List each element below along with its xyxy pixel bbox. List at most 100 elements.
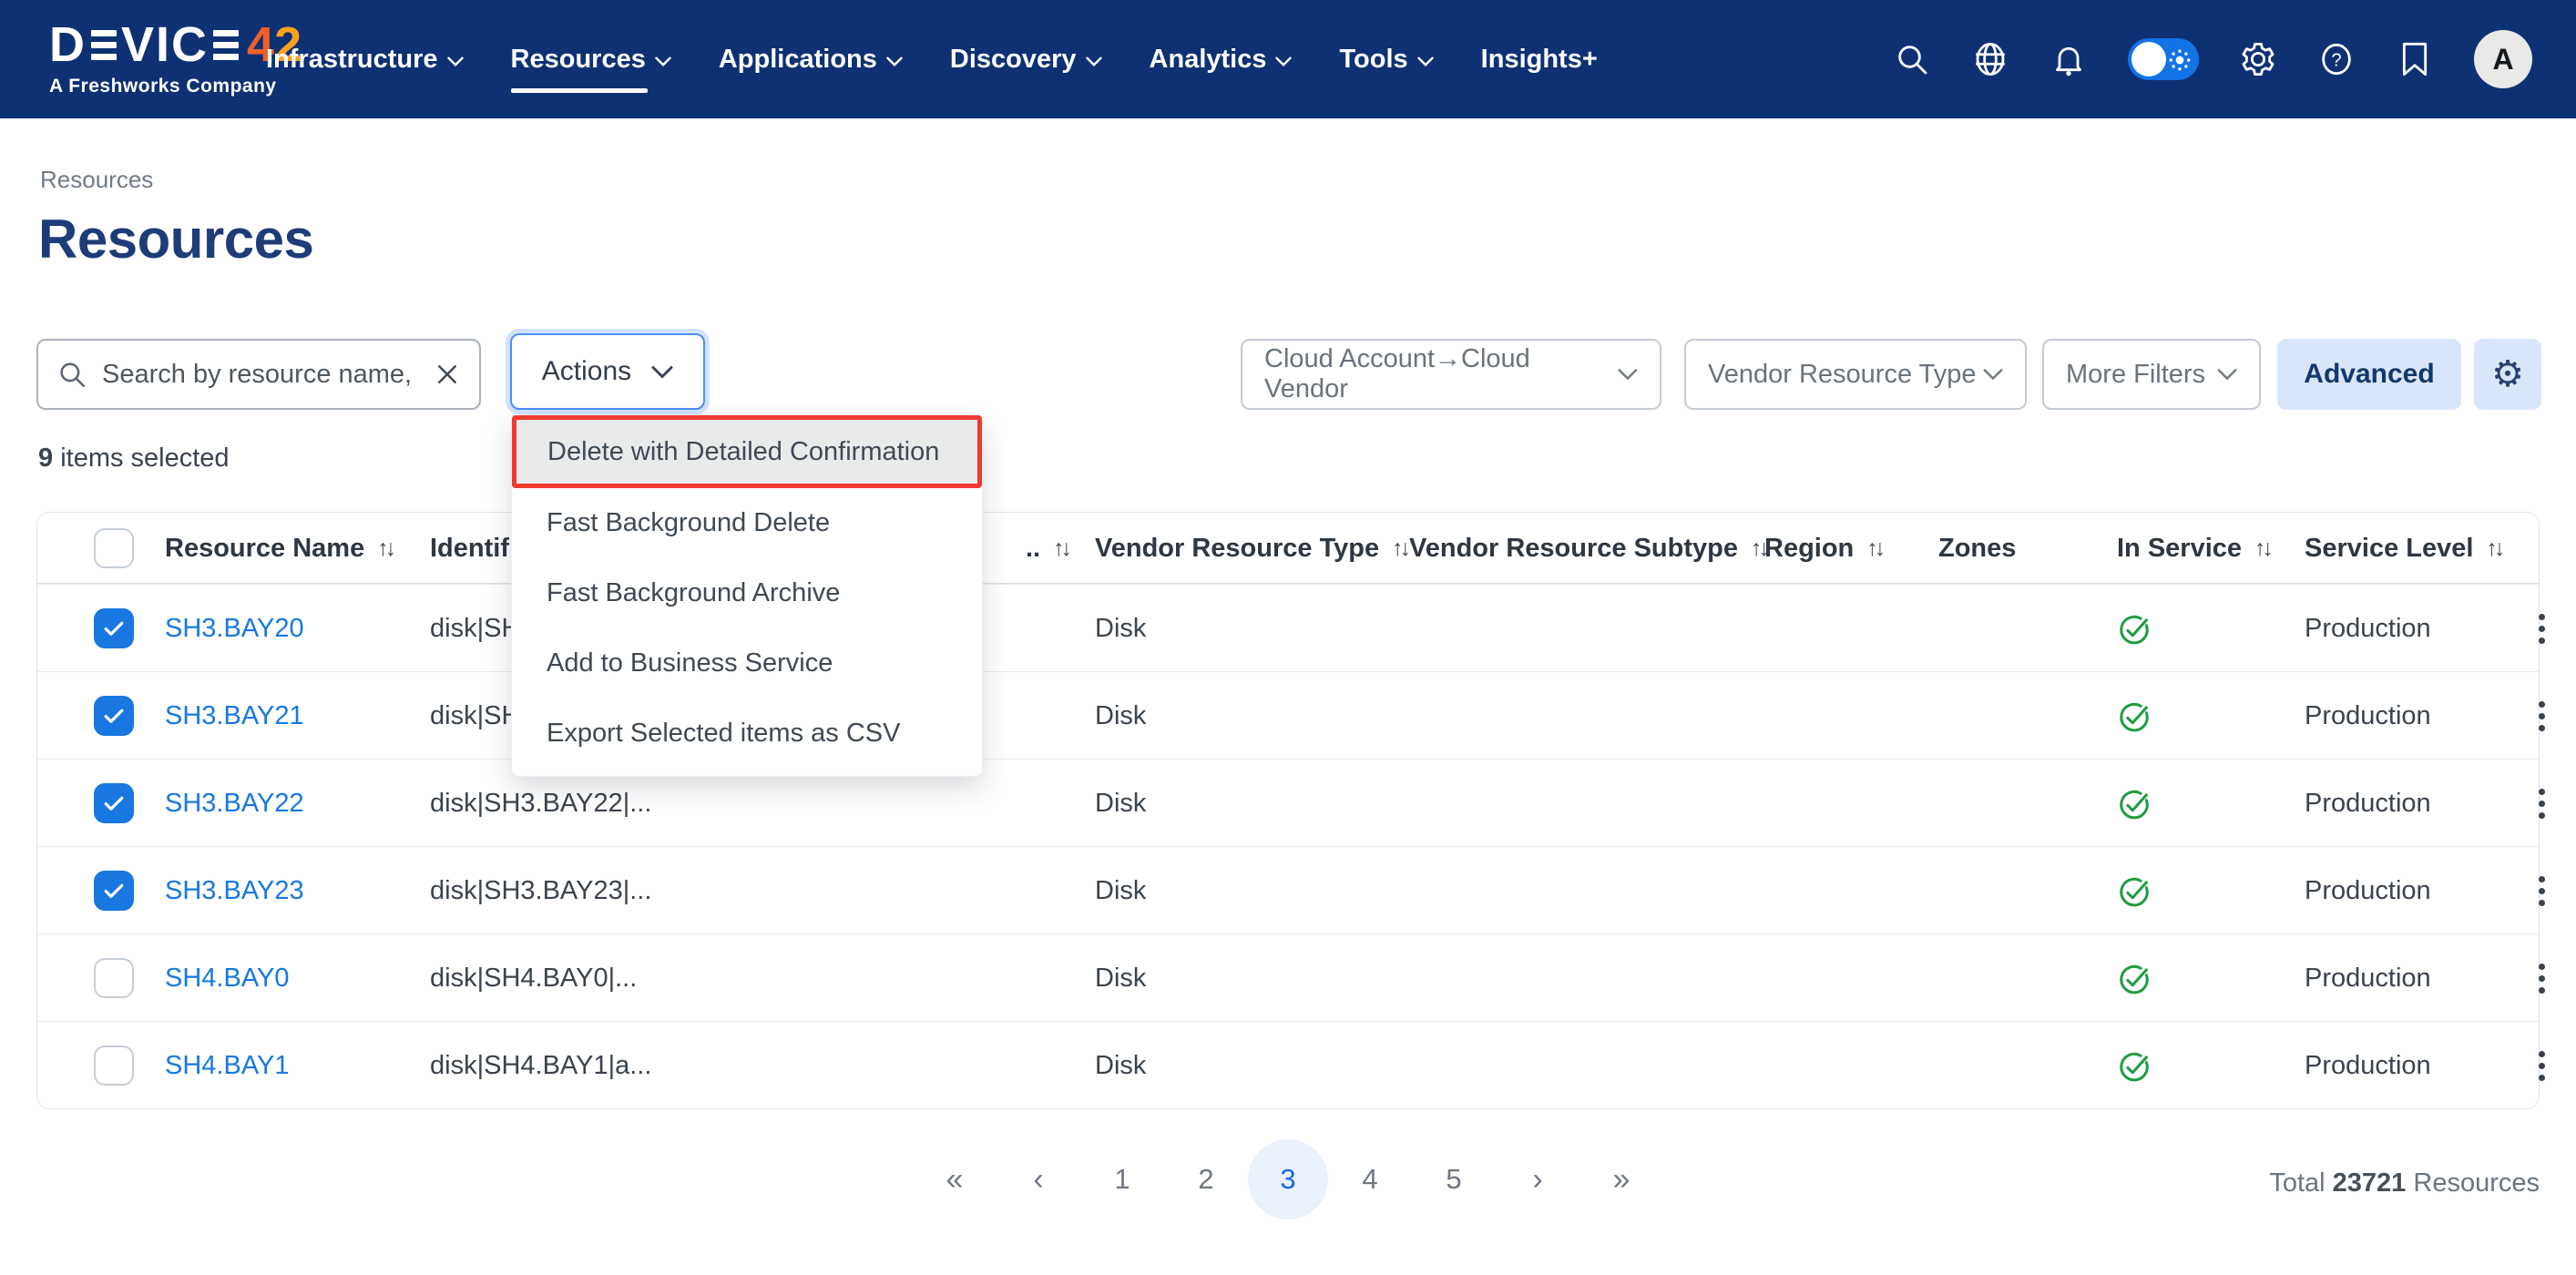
table-row: SH3.BAY20 disk|SH3.BAY20|... Disk Produc… xyxy=(37,584,2539,671)
resources-table: Resource Name↑↓ Identifier ..↑↓ Vendor R… xyxy=(36,512,2540,1109)
breadcrumb[interactable]: Resources xyxy=(40,166,153,194)
column-header-vendor-resource-type[interactable]: Vendor Resource Type↑↓ xyxy=(1095,513,1407,584)
menu-item-add-to-business-service[interactable]: Add to Business Service xyxy=(512,628,982,699)
nav-item-discovery[interactable]: Discovery xyxy=(950,0,1102,118)
table-row: SH4.BAY0 disk|SH4.BAY0|... Disk Producti… xyxy=(37,933,2539,1021)
table-row: SH3.BAY22 disk|SH3.BAY22|... Disk Produc… xyxy=(37,759,2539,846)
filter-vendor-resource-type[interactable]: Vendor Resource Type xyxy=(1684,339,2027,410)
next-page-button[interactable]: › xyxy=(1496,1139,1579,1219)
vendor-resource-type-cell: Disk xyxy=(1095,1022,1146,1109)
identifier-cell: disk|SH4.BAY0|... xyxy=(430,934,637,1022)
column-header-service-level[interactable]: Service Level↑↓ xyxy=(2305,513,2501,584)
globe-icon[interactable] xyxy=(1971,40,2009,78)
menu-item-fast-background-delete[interactable]: Fast Background Delete xyxy=(512,488,982,558)
row-kebab-menu[interactable] xyxy=(2530,780,2554,828)
filter-more-filters[interactable]: More Filters xyxy=(2042,339,2261,410)
nav-item-analytics[interactable]: Analytics xyxy=(1150,0,1293,118)
help-icon[interactable]: ? xyxy=(2317,40,2356,78)
page-button-3[interactable]: 3 xyxy=(1248,1139,1328,1219)
resource-name-link[interactable]: SH4.BAY1 xyxy=(165,1051,289,1081)
menu-item-delete-with-detailed-confirmation[interactable]: Delete with Detailed Confirmation xyxy=(512,415,982,488)
nav-item-tools[interactable]: Tools xyxy=(1339,0,1433,118)
column-header-truncated[interactable]: ..↑↓ xyxy=(1026,513,1068,584)
sort-icon: ↑↓ xyxy=(1392,536,1407,562)
search-icon[interactable] xyxy=(1893,40,1931,78)
first-page-button[interactable]: « xyxy=(913,1139,997,1219)
select-all-checkbox[interactable] xyxy=(94,528,134,568)
row-kebab-menu[interactable] xyxy=(2530,1042,2554,1090)
logo-tagline: A Freshworks Company xyxy=(49,76,302,97)
sort-icon: ↑↓ xyxy=(2254,536,2270,562)
sort-icon: ↑↓ xyxy=(1053,536,1068,562)
last-page-button[interactable]: » xyxy=(1579,1139,1663,1219)
row-kebab-menu[interactable] xyxy=(2530,692,2554,740)
search-input[interactable] xyxy=(102,360,419,390)
service-level-cell: Production xyxy=(2305,934,2431,1022)
vendor-resource-type-cell: Disk xyxy=(1095,847,1146,934)
notifications-bell-icon[interactable] xyxy=(2050,40,2088,78)
logo-e-bars-icon xyxy=(91,30,117,60)
theme-toggle[interactable] xyxy=(2128,38,2199,80)
row-kebab-menu[interactable] xyxy=(2530,954,2554,1003)
advanced-button[interactable]: Advanced xyxy=(2277,339,2461,410)
chevron-down-icon xyxy=(1618,368,1638,381)
column-header-region[interactable]: Region↑↓ xyxy=(1764,513,1882,584)
resource-name-link[interactable]: SH3.BAY23 xyxy=(165,876,304,906)
in-service-check-icon xyxy=(2117,847,2152,934)
chevron-down-icon xyxy=(1086,56,1102,66)
service-level-cell: Production xyxy=(2305,847,2431,934)
logo-e-bars-icon xyxy=(213,30,239,60)
gear-icon: ⚙ xyxy=(2491,353,2524,395)
actions-dropdown-menu: Delete with Detailed Confirmation Fast B… xyxy=(511,414,983,777)
vendor-resource-type-cell: Disk xyxy=(1095,585,1146,672)
chevron-down-icon xyxy=(886,56,903,66)
vendor-resource-type-cell: Disk xyxy=(1095,672,1146,760)
bookmark-icon[interactable] xyxy=(2396,40,2434,78)
resource-name-link[interactable]: SH4.BAY0 xyxy=(165,964,289,994)
column-header-vendor-resource-subtype[interactable]: Vendor Resource Subtype↑↓ xyxy=(1409,513,1766,584)
table-settings-gear-button[interactable]: ⚙ xyxy=(2474,339,2541,410)
page-button-5[interactable]: 5 xyxy=(1412,1139,1496,1219)
clear-search-icon[interactable] xyxy=(434,361,461,388)
selected-count-text: 9 items selected xyxy=(38,444,230,474)
row-checkbox[interactable] xyxy=(94,958,134,998)
total-resources-text: Total 23721 Resources xyxy=(2269,1168,2540,1198)
logo-wordmark: D VIC 4 2 xyxy=(49,20,302,69)
column-header-in-service[interactable]: In Service↑↓ xyxy=(2117,513,2270,584)
page-button-4[interactable]: 4 xyxy=(1328,1139,1412,1219)
row-checkbox[interactable] xyxy=(94,1046,134,1086)
chevron-down-icon xyxy=(1983,368,2003,381)
row-kebab-menu[interactable] xyxy=(2530,605,2554,653)
menu-item-fast-background-archive[interactable]: Fast Background Archive xyxy=(512,558,982,628)
row-checkbox[interactable] xyxy=(94,783,134,823)
resource-name-link[interactable]: SH3.BAY22 xyxy=(165,789,304,819)
nav-item-resources[interactable]: Resources xyxy=(511,0,671,118)
page-button-2[interactable]: 2 xyxy=(1164,1139,1248,1219)
in-service-check-icon xyxy=(2117,760,2152,847)
column-header-zones[interactable]: Zones xyxy=(1938,513,2016,584)
settings-gear-icon[interactable] xyxy=(2239,40,2277,78)
column-header-resource-name[interactable]: Resource Name↑↓ xyxy=(165,513,393,584)
resource-name-link[interactable]: SH3.BAY20 xyxy=(165,614,304,644)
row-kebab-menu[interactable] xyxy=(2530,867,2554,915)
nav-item-insights[interactable]: Insights+ xyxy=(1481,0,1598,118)
table-row: SH3.BAY21 disk|SH3.BAY21|... Disk Produc… xyxy=(37,671,2539,759)
navbar-icons: ? A xyxy=(1893,0,2532,118)
resource-name-link[interactable]: SH3.BAY21 xyxy=(165,701,304,731)
page-button-1[interactable]: 1 xyxy=(1080,1139,1164,1219)
device42-logo[interactable]: D VIC 4 2 A Freshworks Company xyxy=(49,20,302,97)
pagination: « ‹ 1 2 3 4 5 › » xyxy=(913,1139,1663,1219)
nav-item-infrastructure[interactable]: Infrastructure xyxy=(266,0,464,118)
row-checkbox[interactable] xyxy=(94,696,134,736)
chevron-down-icon xyxy=(1275,56,1292,66)
top-navbar: D VIC 4 2 A Freshworks Company Infrastru… xyxy=(0,0,2576,118)
logo-letter-d: D xyxy=(49,20,87,69)
menu-item-export-selected-csv[interactable]: Export Selected items as CSV xyxy=(512,699,982,769)
prev-page-button[interactable]: ‹ xyxy=(997,1139,1080,1219)
user-avatar[interactable]: A xyxy=(2474,30,2532,88)
filter-cloud-account-vendor[interactable]: Cloud Account→Cloud Vendor xyxy=(1241,339,1661,410)
row-checkbox[interactable] xyxy=(94,608,134,648)
row-checkbox[interactable] xyxy=(94,871,134,911)
actions-dropdown-button[interactable]: Actions xyxy=(510,333,705,410)
nav-item-applications[interactable]: Applications xyxy=(719,0,903,118)
